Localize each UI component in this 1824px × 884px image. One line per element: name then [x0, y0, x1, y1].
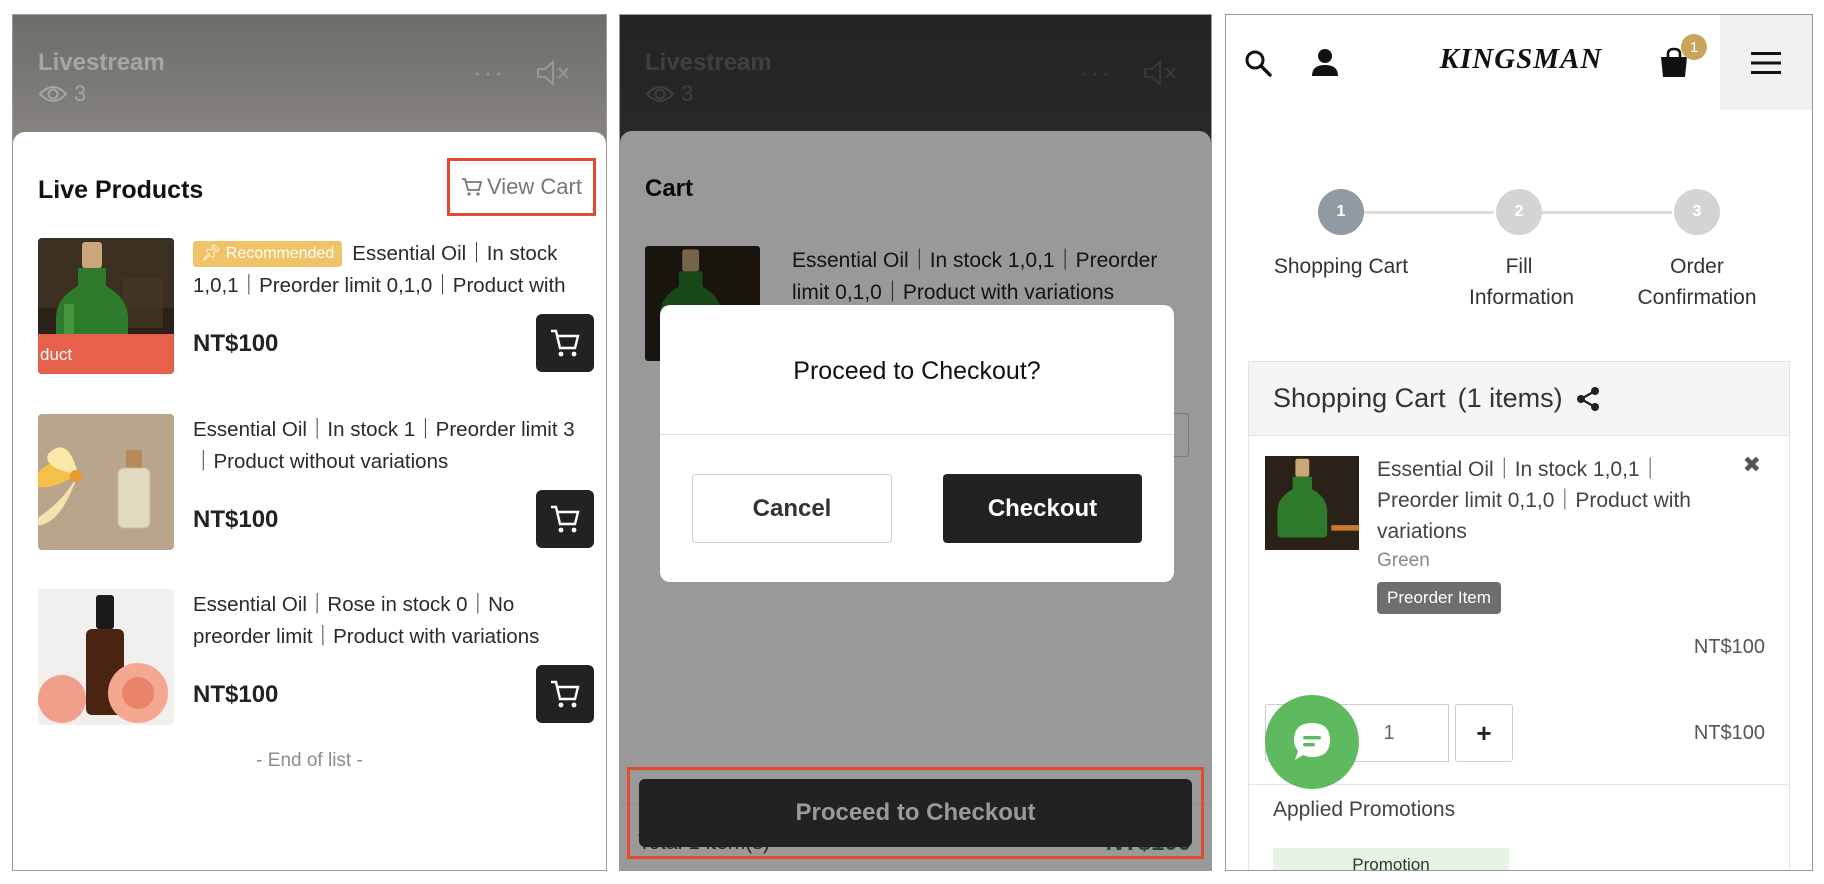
viewer-count-value: 3: [74, 81, 87, 106]
product-image-oil-rose[interactable]: [38, 589, 174, 725]
user-icon[interactable]: [1310, 47, 1340, 77]
share-icon[interactable]: [1575, 386, 1601, 412]
product-item[interactable]: Essential Oil｜Rose in stock 0｜No preorde…: [38, 589, 594, 725]
more-options-icon[interactable]: ···: [473, 57, 505, 88]
chat-bubble-icon: [1294, 723, 1330, 760]
live-products-panel: Livestream 3 ··· Live Products View Cart: [12, 14, 607, 871]
step-1-label: Shopping Cart: [1273, 255, 1409, 278]
product-price: NT$100: [193, 506, 279, 533]
cart-item-unit-price: NT$100: [1693, 636, 1765, 658]
mute-icon[interactable]: [535, 59, 571, 87]
livestream-title: Livestream: [38, 49, 165, 76]
product-overlay-text: duct: [40, 345, 72, 364]
shopping-cart-title: Shopping Cart: [1273, 383, 1446, 413]
product-item[interactable]: Essential Oil｜In stock 1｜Preorder limit …: [38, 414, 594, 550]
cart-icon: [462, 178, 483, 196]
step-3-indicator: 3: [1674, 189, 1720, 235]
product-name[interactable]: Essential Oil｜In stock 1｜Preorder limit …: [193, 414, 583, 478]
cart-icon: [551, 505, 580, 533]
cart-icon: [551, 329, 580, 357]
sheet-title: Live Products: [38, 176, 204, 204]
product-item[interactable]: duct 📌︎ Recommended Essential Oil｜In stoc…: [38, 238, 594, 374]
menu-button[interactable]: [1720, 15, 1812, 110]
chat-button[interactable]: [1265, 695, 1359, 789]
applied-promotions-label: Applied Promotions: [1273, 798, 1456, 821]
step-connector: [1542, 211, 1672, 214]
step-2-label: Fill Information: [1469, 255, 1575, 309]
search-icon[interactable]: [1244, 49, 1272, 77]
products-sheet: Live Products View Cart duct 📌︎ Recommen: [13, 132, 606, 870]
add-to-cart-button[interactable]: [536, 665, 594, 723]
cart-item-name[interactable]: Essential Oil｜In stock 1,0,1｜Preorder li…: [1377, 454, 1707, 547]
product-image-oil-green[interactable]: duct: [38, 238, 174, 374]
cart-count-badge: 1: [1681, 34, 1707, 60]
end-of-list: - End of list -: [256, 750, 363, 771]
shopping-cart-box: Shopping Cart (1 items) Essential Oil｜In…: [1248, 361, 1790, 870]
cart-item-image[interactable]: [1265, 456, 1359, 550]
checkout-confirm-dialog: Proceed to Checkout? Cancel Checkout: [660, 305, 1174, 582]
checkout-page: KINGSMAN 1 1 2 3 Shopping Cart Fill Info…: [1225, 14, 1813, 871]
view-cart-button[interactable]: View Cart: [447, 158, 596, 216]
step-3-label: Order Confirmation: [1637, 255, 1757, 309]
hamburger-icon: [1751, 51, 1781, 74]
view-cart-label: View Cart: [487, 174, 582, 199]
proceed-to-checkout-button[interactable]: Proceed to Checkout: [639, 779, 1192, 847]
cancel-button[interactable]: Cancel: [692, 474, 892, 543]
recommended-badge: 📌︎ Recommended: [193, 241, 343, 267]
step-1-indicator: 1: [1318, 189, 1364, 235]
livestream-video: Livestream 3 ···: [13, 15, 606, 145]
product-name[interactable]: Essential Oil｜Rose in stock 0｜No preorde…: [193, 589, 583, 653]
viewer-count: 3: [38, 81, 86, 107]
promotion-tag: Promotion: [1273, 848, 1509, 870]
shopping-cart-count: (1 items): [1457, 383, 1563, 413]
increase-quantity-button[interactable]: +: [1455, 704, 1513, 762]
remove-item-icon[interactable]: ✖: [1743, 452, 1761, 478]
product-price: NT$100: [193, 681, 279, 708]
product-price: NT$100: [193, 330, 279, 357]
step-connector: [1364, 211, 1494, 214]
shopping-cart-header: Shopping Cart (1 items): [1249, 362, 1789, 436]
product-image-oil-flower[interactable]: [38, 414, 174, 550]
dialog-divider: [660, 434, 1174, 435]
cart-icon: [551, 680, 580, 708]
site-header: KINGSMAN 1: [1226, 15, 1812, 110]
proceed-highlight: Proceed to Checkout: [627, 767, 1204, 859]
eye-icon: [38, 86, 68, 102]
dialog-title: Proceed to Checkout?: [793, 357, 1041, 385]
step-2-indicator: 2: [1496, 189, 1542, 235]
cart-panel: Livestream 3 ··· Cart Essential Oil｜In s…: [619, 14, 1212, 871]
cart-item-subtotal: NT$100: [1693, 722, 1765, 744]
checkout-button[interactable]: Checkout: [943, 474, 1142, 543]
recommended-label: Recommended: [225, 245, 335, 262]
add-to-cart-button[interactable]: [536, 314, 594, 372]
add-to-cart-button[interactable]: [536, 490, 594, 548]
preorder-tag: Preorder Item: [1377, 582, 1501, 614]
cart-item-variant: Green: [1377, 550, 1430, 571]
product-name[interactable]: 📌︎ Recommended Essential Oil｜In stock 1,0…: [193, 238, 583, 302]
site-logo[interactable]: KINGSMAN: [1431, 43, 1611, 76]
